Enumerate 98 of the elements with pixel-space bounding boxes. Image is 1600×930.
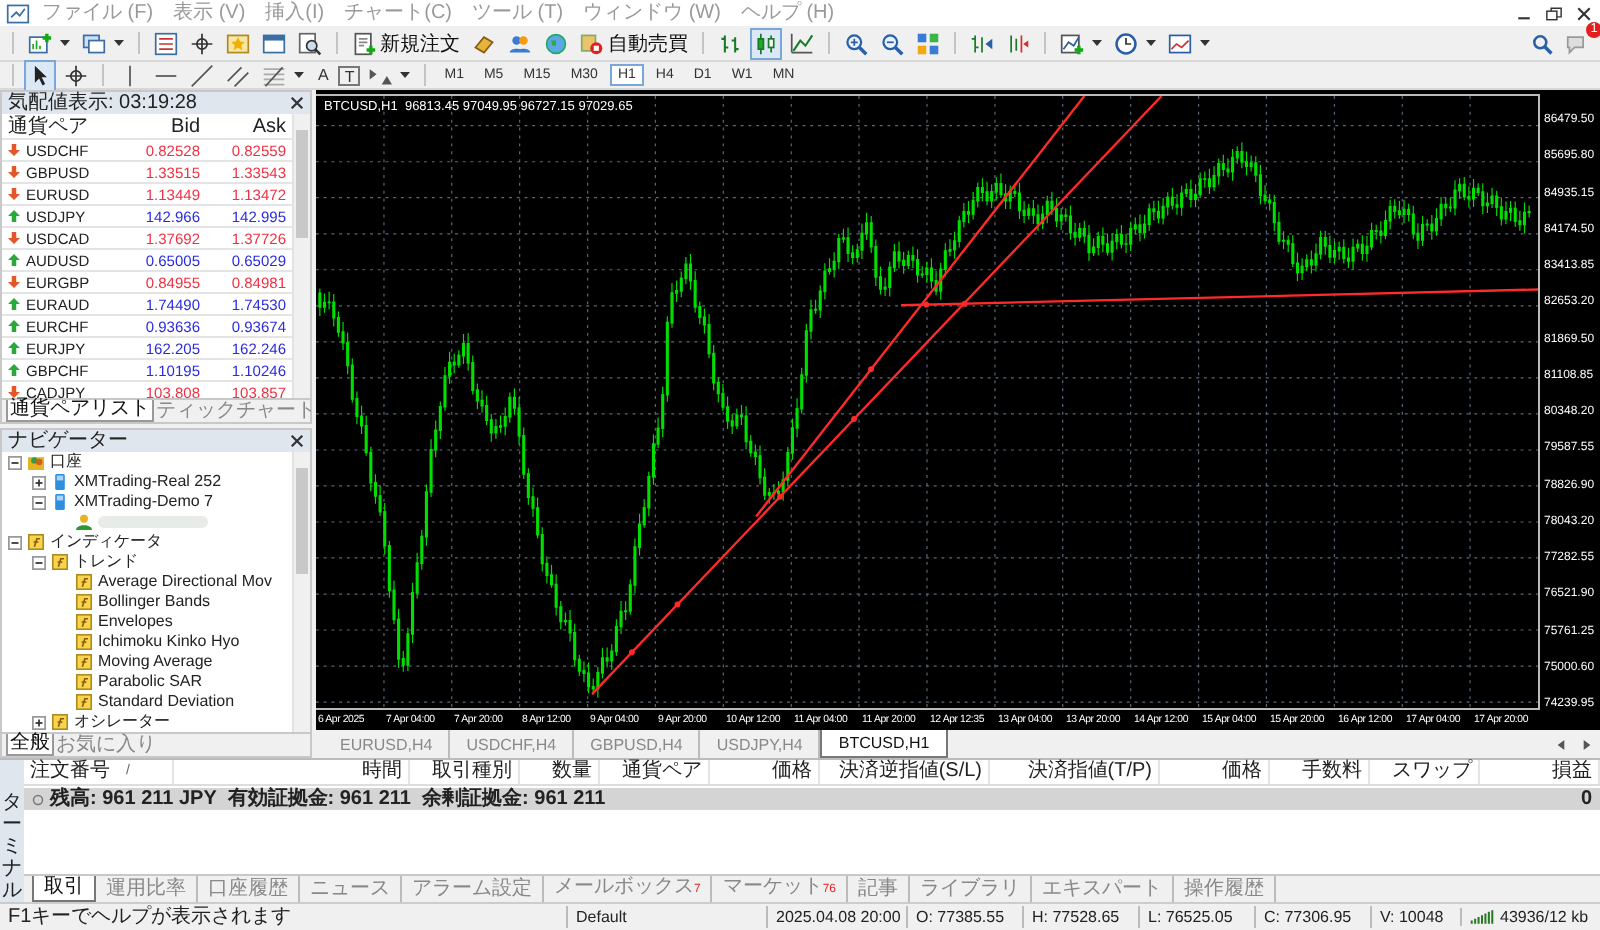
balance-row[interactable]: 残高: 961 211 JPY 有効証拠金: 961 211 余剰証拠金: 961 211 0 bbox=[24, 788, 1600, 810]
column-header[interactable]: Ask bbox=[206, 115, 292, 137]
tree-item[interactable]: 口座 bbox=[50, 452, 82, 472]
trend-line-icon[interactable] bbox=[186, 59, 218, 91]
trend-line[interactable] bbox=[900, 288, 1538, 308]
app-logo-icon[interactable] bbox=[6, 1, 30, 25]
column-header[interactable]: 決済指値(T/P) bbox=[1027, 760, 1152, 784]
column-header[interactable]: 価格 bbox=[772, 760, 812, 784]
column-header[interactable]: 時間 bbox=[362, 760, 402, 784]
status-text: C: 77306.95 bbox=[1254, 906, 1370, 928]
scrollbar[interactable] bbox=[292, 114, 310, 398]
column-header[interactable]: 通貨ペア bbox=[2, 114, 120, 140]
terminal-tab[interactable]: 取引 bbox=[32, 876, 96, 902]
balance-text: 残高: 961 211 JPY 有効証拠金: 961 211 余剰証拠金: 961 211 bbox=[50, 788, 606, 810]
column-header[interactable]: Bid bbox=[120, 115, 206, 137]
server-icon bbox=[52, 474, 68, 490]
indicator-icon bbox=[76, 574, 92, 590]
order-icon bbox=[352, 31, 376, 55]
tree-item[interactable]: Standard Deviation bbox=[98, 692, 235, 712]
close-icon[interactable] bbox=[1574, 3, 1594, 23]
panel-title: ナビゲーター bbox=[8, 430, 130, 452]
scroll-left-icon[interactable] bbox=[1556, 739, 1566, 749]
indicator-icon bbox=[28, 534, 44, 550]
status-text: H: 77528.65 bbox=[1022, 906, 1138, 928]
caret-icon[interactable] bbox=[400, 72, 411, 78]
column-header[interactable]: 注文番号 bbox=[30, 760, 110, 784]
status-text: 43936/12 kb bbox=[1500, 908, 1589, 926]
tree-item[interactable]: トレンド bbox=[74, 552, 138, 572]
restore-icon[interactable] bbox=[1544, 3, 1564, 23]
tree-item[interactable]: Parabolic SAR bbox=[98, 672, 203, 692]
column-header[interactable]: 損益 bbox=[1552, 760, 1592, 784]
status-text: V: 10048 bbox=[1370, 906, 1460, 928]
status-text: L: 76525.05 bbox=[1138, 906, 1254, 928]
expand-icon[interactable] bbox=[32, 715, 46, 729]
caret-icon[interactable] bbox=[60, 40, 70, 46]
terminal-label: ターミナル bbox=[2, 792, 22, 902]
indicator-icon bbox=[76, 594, 92, 610]
indicator-icon bbox=[76, 654, 92, 670]
column-header[interactable]: 数量 bbox=[552, 760, 592, 784]
list-icon[interactable] bbox=[150, 27, 182, 59]
status-text: O: 77385.55 bbox=[906, 906, 1022, 928]
column-header[interactable]: スワップ bbox=[1392, 760, 1472, 784]
column-header[interactable]: 通貨ペア bbox=[622, 760, 702, 784]
user-icon bbox=[76, 514, 92, 530]
caret-icon[interactable] bbox=[1146, 40, 1156, 46]
panel-title: 気配値表示: 03:19:28 bbox=[8, 92, 199, 114]
text-tool-button[interactable]: A bbox=[312, 64, 335, 86]
indicator-icon bbox=[76, 634, 92, 650]
label-tool-button[interactable]: T bbox=[338, 65, 361, 85]
column-header[interactable]: 価格 bbox=[1222, 760, 1262, 784]
status-text: 2025.04.08 20:00 bbox=[766, 906, 906, 928]
profit-cell: 0 bbox=[1580, 788, 1592, 810]
tree-item[interactable]: Bollinger Bands bbox=[98, 592, 211, 612]
trend-line[interactable] bbox=[755, 96, 1086, 518]
panel-tab[interactable]: 通貨ペアリスト bbox=[6, 400, 154, 422]
caret-icon[interactable] bbox=[1200, 40, 1210, 46]
tree-item[interactable]: オシレーター bbox=[74, 712, 170, 732]
tree-item[interactable]: Envelopes bbox=[98, 612, 173, 632]
indicator-icon bbox=[76, 694, 92, 710]
caret-icon[interactable] bbox=[1092, 40, 1102, 46]
collapse-icon[interactable] bbox=[32, 495, 46, 509]
close-icon[interactable] bbox=[290, 96, 304, 110]
tree-item[interactable]: Ichimoku Kinko Hyo bbox=[98, 632, 240, 652]
tree-item[interactable]: XMTrading-Real 252 bbox=[74, 472, 222, 492]
tree-item[interactable]: Average Directional Mov bbox=[98, 572, 273, 592]
server-icon bbox=[52, 494, 68, 510]
column-header[interactable]: 取引種別 bbox=[432, 760, 512, 784]
tree-item[interactable]: インディケータ bbox=[50, 532, 162, 552]
tree-item[interactable]: XMTrading-Demo 7 bbox=[74, 492, 214, 512]
auto-trading-button[interactable]: 自動売買 bbox=[576, 29, 692, 57]
magnifier-page-icon[interactable] bbox=[294, 27, 326, 59]
panel-tab[interactable]: 全般 bbox=[6, 734, 54, 756]
tree-item[interactable]: Moving Average bbox=[98, 652, 213, 672]
candlestick-icon[interactable] bbox=[750, 27, 782, 59]
collapse-icon[interactable] bbox=[8, 535, 22, 549]
chart-tab[interactable]: BTCUSD,H1 bbox=[820, 730, 948, 758]
new-order-button[interactable]: 新規注文 bbox=[348, 29, 464, 57]
scrollbar[interactable] bbox=[292, 452, 310, 732]
collapse-icon[interactable] bbox=[32, 555, 46, 569]
cursor-icon[interactable] bbox=[24, 59, 56, 91]
indicator-icon bbox=[52, 714, 68, 730]
indicator-icon bbox=[76, 614, 92, 630]
column-header[interactable]: 決済逆指値(S/L) bbox=[838, 760, 982, 784]
status-text: Default bbox=[566, 906, 766, 928]
close-icon[interactable] bbox=[290, 434, 304, 448]
indicator-icon bbox=[76, 674, 92, 690]
accounts-folder-icon bbox=[28, 454, 44, 470]
column-header[interactable]: 手数料 bbox=[1302, 760, 1362, 784]
connection-bars-icon bbox=[1470, 910, 1494, 924]
caret-icon[interactable] bbox=[294, 72, 304, 78]
indicator-icon bbox=[52, 554, 68, 570]
collapse-icon[interactable] bbox=[8, 455, 22, 469]
scroll-right-icon[interactable] bbox=[1582, 739, 1592, 749]
status-text: F1キーでヘルプが表示されます bbox=[6, 906, 294, 928]
circle-icon bbox=[32, 793, 44, 805]
clock-icon[interactable] bbox=[1110, 27, 1142, 59]
expand-icon[interactable] bbox=[32, 475, 46, 489]
caret-icon[interactable] bbox=[114, 40, 124, 46]
